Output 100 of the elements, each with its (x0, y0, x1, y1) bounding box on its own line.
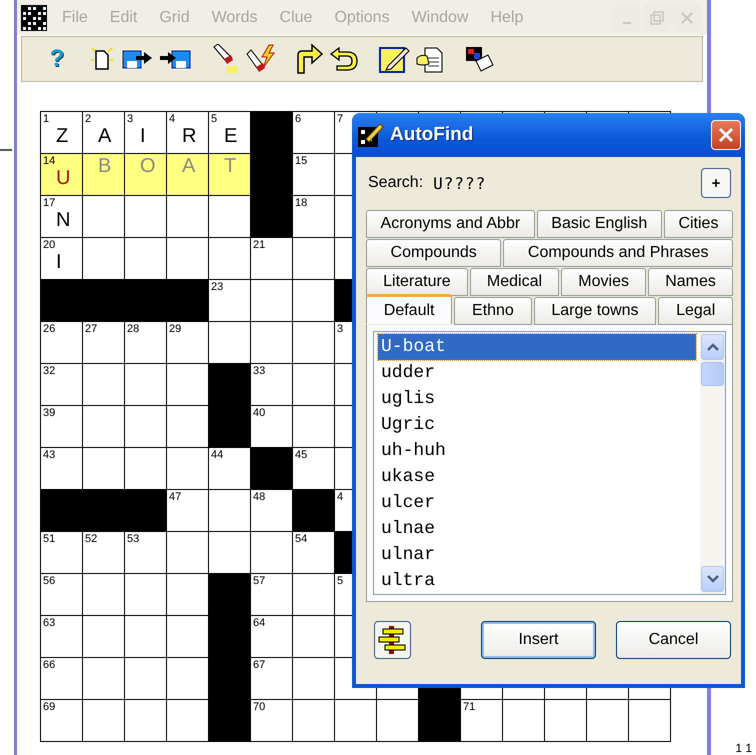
grid-cell[interactable] (293, 322, 335, 364)
grid-cell[interactable] (83, 574, 125, 616)
grid-cell[interactable] (167, 700, 209, 742)
grid-cell[interactable] (293, 658, 335, 700)
grid-cell[interactable]: 33 (251, 364, 293, 406)
grid-cell[interactable]: 39 (41, 406, 83, 448)
scroll-thumb[interactable] (701, 362, 724, 386)
grid-cell[interactable] (545, 700, 587, 742)
grid-cell[interactable]: 3 I (125, 112, 167, 154)
grid-cell[interactable] (293, 406, 335, 448)
grid-cell[interactable]: 44 (209, 448, 251, 490)
grid-cell[interactable]: 5 E (209, 112, 251, 154)
grid-cell[interactable]: 67 (251, 658, 293, 700)
list-item[interactable]: uh-huh (378, 438, 696, 464)
grid-cell[interactable]: 18 (293, 196, 335, 238)
grid-cell[interactable] (209, 490, 251, 532)
grid-cell[interactable]: 51 (41, 532, 83, 574)
add-button[interactable]: + (701, 168, 731, 198)
grid-cell[interactable] (293, 364, 335, 406)
list-item[interactable]: ulnar (378, 542, 696, 568)
list-item[interactable]: ulnae (378, 516, 696, 542)
tab[interactable]: Basic English (536, 210, 662, 238)
grid-cell[interactable]: 14 U (41, 154, 83, 196)
grid-cell[interactable]: 26 (41, 322, 83, 364)
grid-cell[interactable] (209, 322, 251, 364)
grid-cell[interactable] (251, 532, 293, 574)
list-item[interactable]: udder (378, 360, 696, 386)
grid-cell[interactable] (167, 238, 209, 280)
list-item[interactable]: U-boat (378, 334, 696, 360)
grid-cell[interactable] (83, 406, 125, 448)
grid-cell[interactable]: 69 (41, 700, 83, 742)
tab[interactable]: Compounds (366, 239, 502, 267)
grid-cell[interactable] (209, 196, 251, 238)
grid-cell[interactable] (83, 658, 125, 700)
grid-cell[interactable]: 29 (167, 322, 209, 364)
grid-cell[interactable]: 70 (251, 700, 293, 742)
grid-cell[interactable] (251, 322, 293, 364)
scroll-up-button[interactable] (701, 334, 724, 360)
grid-cell[interactable] (293, 238, 335, 280)
grid-cell[interactable] (125, 658, 167, 700)
grid-cell[interactable] (377, 700, 419, 742)
grid-cell[interactable] (125, 448, 167, 490)
grid-cell[interactable] (83, 364, 125, 406)
close-button[interactable] (711, 120, 741, 150)
grid-cell[interactable] (167, 616, 209, 658)
grid-cell[interactable] (125, 616, 167, 658)
list-item[interactable]: Ugric (378, 412, 696, 438)
grid-cell[interactable]: 40 (251, 406, 293, 448)
grid-cell[interactable] (83, 196, 125, 238)
tab[interactable]: Cities (664, 210, 734, 238)
grid-cell[interactable] (83, 238, 125, 280)
grid-cell[interactable] (167, 658, 209, 700)
grid-cell[interactable] (125, 574, 167, 616)
grid-cell[interactable]: 53 (125, 532, 167, 574)
grid-cell[interactable]: 1 Z (41, 112, 83, 154)
grid-cell[interactable]: 6 (293, 112, 335, 154)
tab[interactable]: Medical (470, 268, 560, 296)
grid-cell[interactable] (125, 196, 167, 238)
grid-cell[interactable] (167, 196, 209, 238)
tab[interactable]: Large towns (534, 297, 656, 325)
grid-icon[interactable] (21, 4, 47, 30)
grid-cell[interactable] (293, 574, 335, 616)
tab[interactable]: Movies (561, 268, 646, 296)
grid-cell[interactable] (167, 574, 209, 616)
list-item[interactable]: ukase (378, 464, 696, 490)
grid-cell[interactable]: 48 (251, 490, 293, 532)
tab[interactable]: Names (648, 268, 733, 296)
tab[interactable]: Compounds and Phrases (503, 239, 733, 267)
grid-cell[interactable]: 54 (293, 532, 335, 574)
list-item[interactable]: ultra (378, 568, 696, 594)
grid-cell[interactable] (293, 700, 335, 742)
grid-cell[interactable]: 23 (209, 280, 251, 322)
tab[interactable]: Ethno (454, 297, 532, 325)
grid-cell[interactable]: 52 (83, 532, 125, 574)
grid-cell[interactable]: 56 (41, 574, 83, 616)
grid-cell[interactable]: 47 (167, 490, 209, 532)
grid-cell[interactable] (629, 700, 671, 742)
grid-cell[interactable]: 63 (41, 616, 83, 658)
grid-cell[interactable]: 2 A (83, 112, 125, 154)
grid-cell[interactable]: 66 (41, 658, 83, 700)
dialog-button[interactable]: Cancel (616, 621, 731, 659)
grid-cell[interactable]: 4 R (167, 112, 209, 154)
grid-cell[interactable]: 45 (293, 448, 335, 490)
dialog-button[interactable]: Insert (480, 621, 596, 659)
grid-cell[interactable]: 21 (251, 238, 293, 280)
grid-cell[interactable]: 32 (41, 364, 83, 406)
grid-cell[interactable]: 28 (125, 322, 167, 364)
pencil-note-icon[interactable] (378, 44, 410, 74)
grid-cell[interactable]: 27 (83, 322, 125, 364)
grid-cell[interactable] (209, 238, 251, 280)
grid-cell[interactable] (167, 532, 209, 574)
grid-cell[interactable] (167, 406, 209, 448)
scrollbar[interactable] (700, 332, 725, 594)
grid-cell[interactable] (167, 448, 209, 490)
flashlight-lightning-icon[interactable] (245, 44, 277, 74)
grid-cell[interactable] (335, 700, 377, 742)
grid-cell[interactable]: 57 (251, 574, 293, 616)
grid-cell[interactable]: 20 I (41, 238, 83, 280)
tab[interactable]: Default (366, 294, 452, 324)
pictures-icon[interactable] (464, 44, 494, 74)
